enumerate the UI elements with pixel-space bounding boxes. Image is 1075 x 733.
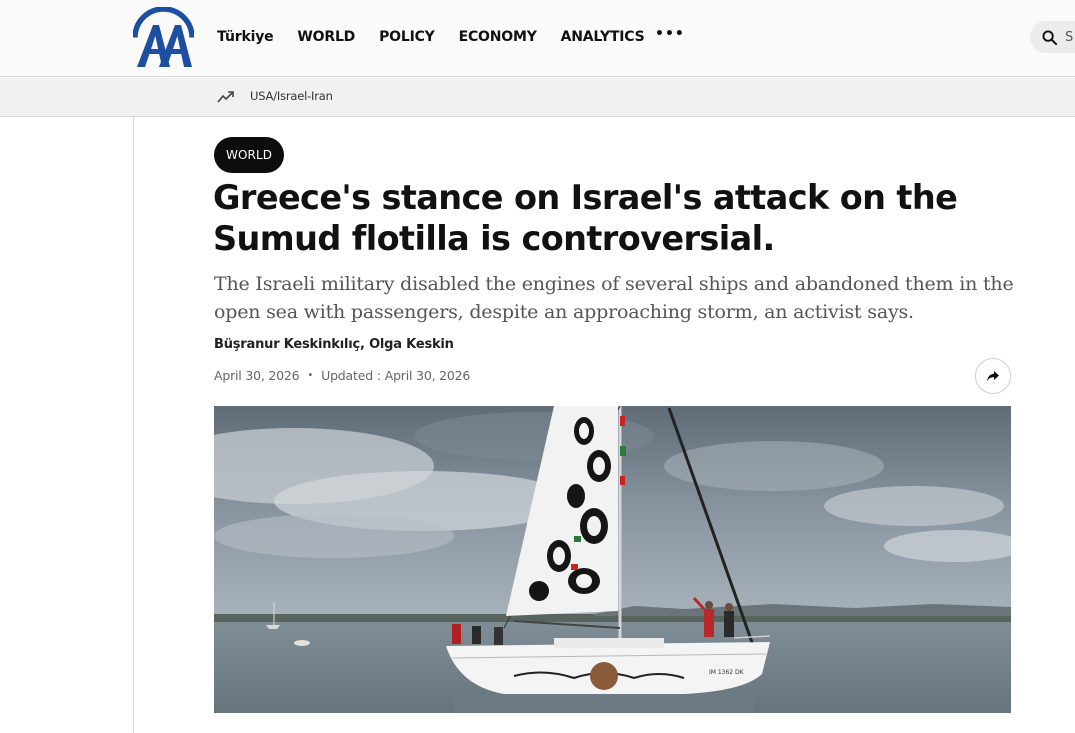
- search-button[interactable]: S: [1030, 21, 1075, 53]
- more-menu-button[interactable]: •••: [655, 26, 685, 42]
- nav-item-world[interactable]: WORLD: [297, 29, 355, 45]
- share-icon: [987, 370, 999, 381]
- published-date: April 30, 2026: [214, 368, 300, 383]
- nav-item-economy[interactable]: ECONOMY: [459, 29, 537, 45]
- nav-item-analytics[interactable]: ANALYTICS: [561, 29, 645, 45]
- updated-date: April 30, 2026: [384, 368, 471, 383]
- search-label: S: [1065, 29, 1074, 45]
- date-separator: •: [307, 370, 314, 381]
- article-authors[interactable]: Büşranur Keskinkılıç, Olga Keskin: [214, 337, 454, 352]
- aa-logo-icon[interactable]: [132, 6, 195, 68]
- trending-icon: [217, 91, 234, 103]
- article-headline: Greece's stance on Israel's attack on th…: [213, 178, 958, 258]
- category-badge[interactable]: WORLD: [214, 137, 285, 173]
- updated-label: Updated :: [321, 368, 381, 383]
- main-nav: Türkiye WORLD POLICY ECONOMY ANALYTICS: [217, 0, 668, 74]
- left-divider: [133, 117, 134, 733]
- hull-text: IM 1362 DK: [709, 669, 745, 676]
- trending-topic-link[interactable]: USA/Israel-Iran: [250, 89, 333, 103]
- article-dates: April 30, 2026 • Updated : April 30, 202…: [214, 368, 470, 383]
- hero-image: IM 1362 DK: [214, 406, 1011, 713]
- trending-bar: USA/Israel-Iran: [0, 78, 1075, 117]
- nav-item-policy[interactable]: POLICY: [379, 29, 435, 45]
- site-header: Türkiye WORLD POLICY ECONOMY ANALYTICS •…: [0, 0, 1075, 77]
- nav-item-turkiye[interactable]: Türkiye: [217, 29, 274, 45]
- search-icon: [1042, 29, 1057, 45]
- article-summary: The Israeli military disabled the engine…: [214, 273, 1014, 323]
- share-button[interactable]: [975, 358, 1011, 394]
